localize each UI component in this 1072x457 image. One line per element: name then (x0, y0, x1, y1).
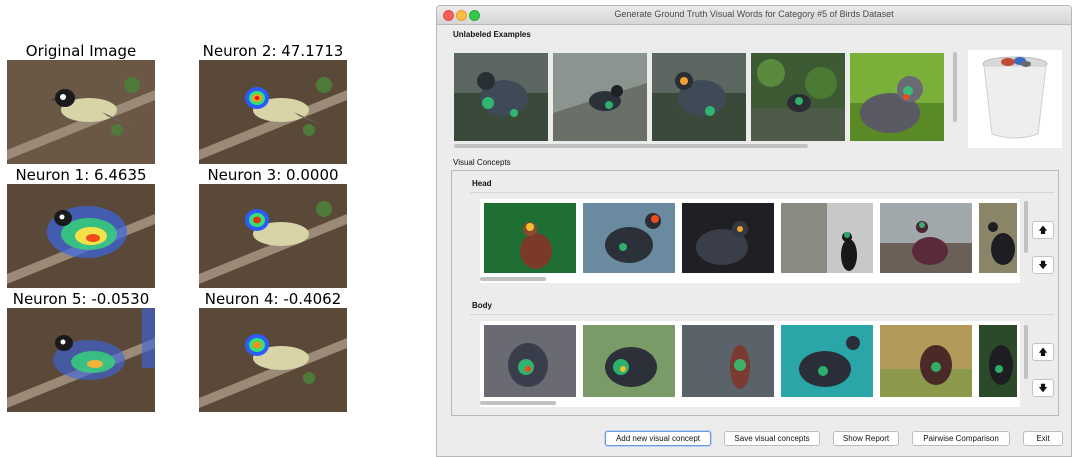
visual-concepts-label: Visual Concepts (453, 158, 511, 167)
cell-title: Neuron 4: -0.4062 (204, 290, 342, 308)
bird-heatmap-image (199, 60, 347, 164)
divider (470, 314, 1054, 315)
app-window: Generate Ground Truth Visual Words for C… (436, 5, 1072, 457)
cell-title: Neuron 2: 47.1713 (202, 42, 344, 60)
add-visual-concept-button[interactable]: Add new visual concept (605, 431, 711, 446)
concept-example-thumb[interactable] (979, 203, 1017, 273)
save-visual-concepts-button[interactable]: Save visual concepts (724, 431, 820, 446)
unlabeled-examples-label: Unlabeled Examples (453, 30, 531, 39)
cell-title: Original Image (25, 42, 137, 60)
cell-title: Neuron 5: -0.0530 (12, 290, 150, 308)
trash-icon[interactable] (968, 50, 1062, 148)
concept-example-thumb[interactable] (682, 203, 774, 273)
move-up-button[interactable]: 🡅 (1032, 221, 1054, 239)
concept-example-thumb[interactable] (880, 325, 972, 397)
body-concept-strip[interactable] (480, 321, 1020, 407)
unlabeled-horizontal-scrollbar[interactable] (454, 144, 808, 148)
unlabeled-example-thumb[interactable] (553, 53, 647, 141)
bird-heatmap-image (199, 308, 347, 412)
concept-example-thumb[interactable] (781, 203, 873, 273)
move-down-button[interactable]: 🡇 (1032, 379, 1054, 397)
head-concept-strip[interactable] (480, 199, 1020, 283)
up-arrow-icon: 🡅 (1038, 347, 1048, 357)
exit-button[interactable]: Exit (1023, 431, 1063, 446)
title-bar[interactable]: Generate Ground Truth Visual Words for C… (437, 6, 1071, 25)
bird-heatmap-image (7, 308, 155, 412)
up-arrow-icon: 🡅 (1038, 225, 1048, 235)
body-horizontal-scrollbar[interactable] (480, 401, 556, 405)
unlabeled-example-thumb[interactable] (652, 53, 746, 141)
show-report-button[interactable]: Show Report (833, 431, 899, 446)
unlabeled-vertical-scrollbar[interactable] (953, 52, 957, 122)
concept-group-title-body: Body (472, 301, 492, 310)
down-arrow-icon: 🡇 (1038, 260, 1048, 270)
cell-title: Neuron 3: 0.0000 (207, 166, 339, 184)
down-arrow-icon: 🡇 (1038, 383, 1048, 393)
head-vertical-scrollbar[interactable] (1024, 201, 1028, 253)
move-down-button[interactable]: 🡇 (1032, 256, 1054, 274)
visual-concepts-panel[interactable]: Head 🡅 🡇 Body 🡅 🡇 (451, 170, 1059, 416)
concept-example-thumb[interactable] (979, 325, 1017, 397)
body-vertical-scrollbar[interactable] (1024, 325, 1028, 379)
move-up-button[interactable]: 🡅 (1032, 343, 1054, 361)
bird-image (7, 60, 155, 164)
concept-example-thumb[interactable] (781, 325, 873, 397)
unlabeled-examples-strip[interactable] (452, 46, 960, 150)
window-title: Generate Ground Truth Visual Words for C… (614, 9, 894, 19)
concept-group-title-head: Head (472, 179, 492, 188)
concept-example-thumb[interactable] (484, 203, 576, 273)
concept-example-thumb[interactable] (880, 203, 972, 273)
cell-title: Neuron 1: 6.4635 (15, 166, 147, 184)
concept-example-thumb[interactable] (682, 325, 774, 397)
unlabeled-example-thumb[interactable] (850, 53, 944, 141)
concept-example-thumb[interactable] (583, 325, 675, 397)
pairwise-comparison-button[interactable]: Pairwise Comparison (912, 431, 1010, 446)
head-horizontal-scrollbar[interactable] (480, 277, 546, 281)
concept-example-thumb[interactable] (583, 203, 675, 273)
bird-heatmap-image (199, 184, 347, 288)
divider (470, 192, 1054, 193)
unlabeled-example-thumb[interactable] (454, 53, 548, 141)
unlabeled-example-thumb[interactable] (751, 53, 845, 141)
bird-heatmap-image (7, 184, 155, 288)
concept-example-thumb[interactable] (484, 325, 576, 397)
